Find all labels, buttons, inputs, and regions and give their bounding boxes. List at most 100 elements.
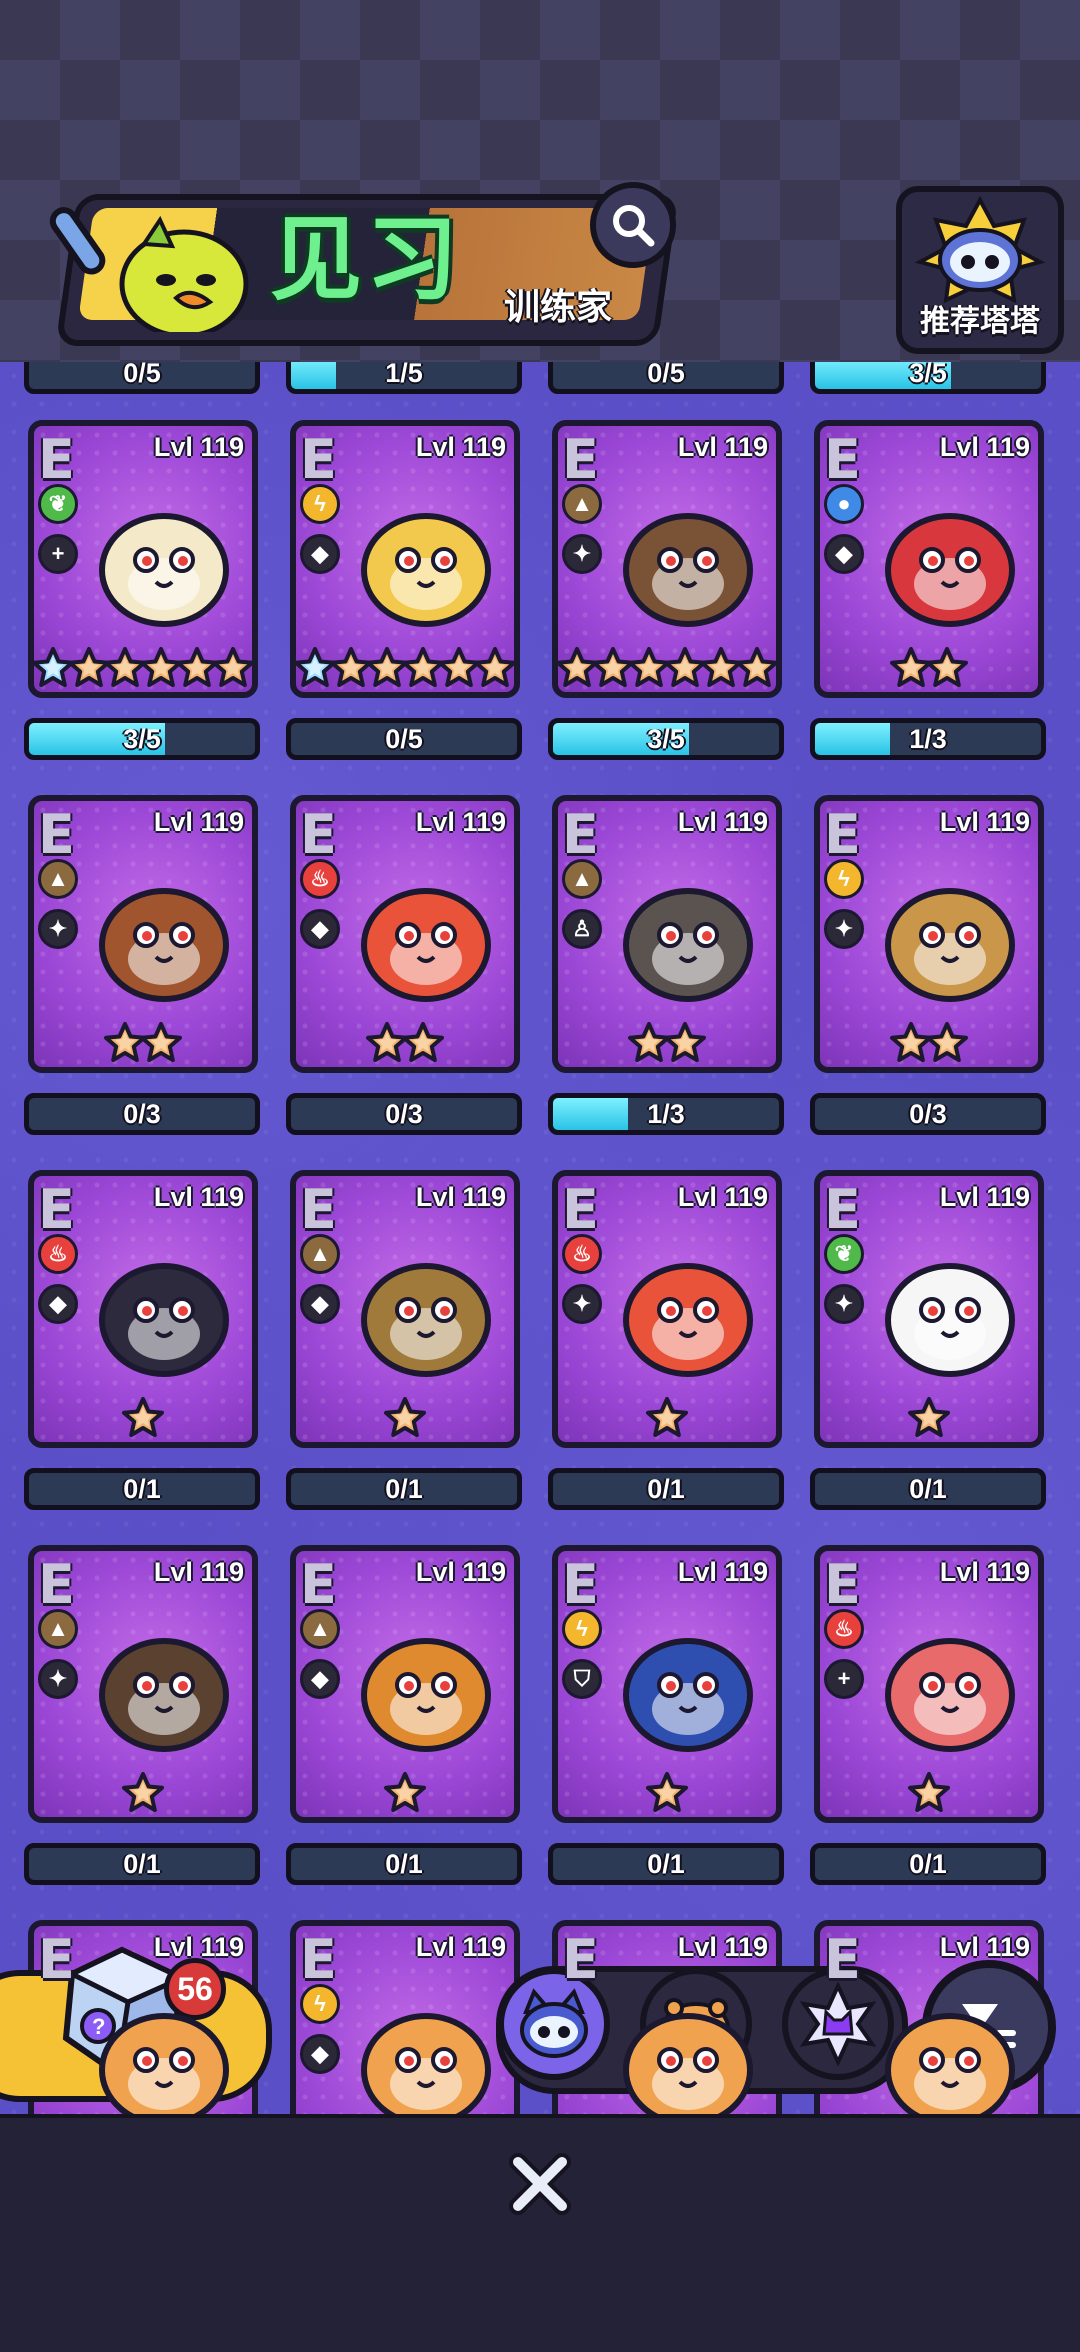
grade-label: E (38, 428, 75, 491)
creature-card[interactable]: E Lvl 119 ♨ ✦ (552, 1170, 782, 1448)
progress-text: 0/5 (123, 362, 161, 388)
mole-creature-icon (99, 1638, 229, 1752)
progress-text: 1/3 (909, 724, 947, 754)
star-icon (646, 1397, 688, 1437)
grade-label: E (38, 1928, 75, 1991)
star-rating (34, 1009, 252, 1065)
creature-card[interactable]: E Lvl 119 ϟ ◆ (290, 420, 520, 698)
progress-text: 0/3 (909, 1099, 947, 1129)
level-label: Lvl 119 (153, 432, 244, 462)
card-progress-bar: 0/1 (548, 1468, 784, 1510)
grade-label: E (562, 803, 599, 866)
progress-text: 0/1 (647, 1849, 685, 1879)
creature-card[interactable]: E Lvl 119 ▲ ✦ (28, 795, 258, 1073)
monkey-cage-creature-icon (885, 888, 1015, 1002)
card-progress-bar: 3/5 (24, 718, 260, 760)
star-icon (384, 1772, 426, 1812)
grade-label: E (562, 1928, 599, 1991)
melee-role-icon: ✦ (38, 909, 78, 949)
level-label: Lvl 119 (677, 807, 768, 837)
creature-card[interactable]: E Lvl 119 ▲ ✦ (28, 1545, 258, 1823)
creature-grid[interactable]: E Lvl 119 ❦ + 3/5 E Lvl 119 ϟ ◆ 0/5 E Lv… (0, 362, 1080, 2114)
grade-label: E (300, 803, 337, 866)
card-progress-bar: 0/1 (286, 1843, 522, 1885)
star-rating (296, 1009, 514, 1065)
level-label: Lvl 119 (153, 1557, 244, 1587)
progress-text: 0/3 (123, 1099, 161, 1129)
melee-role-icon: ✦ (824, 909, 864, 949)
creature-card[interactable]: E Lvl 119 ▲ ✦ (552, 420, 782, 698)
trainer-rank-banner[interactable]: 见习 训练家 (26, 186, 679, 346)
ranged-role-icon: ◆ (300, 534, 340, 574)
creature-card[interactable]: E Lvl 119 ● ◆ (814, 420, 1044, 698)
creature-card[interactable]: E Lvl 119 ❦ + (28, 420, 258, 698)
grade-label: E (300, 428, 337, 491)
card-progress-bar: 1/5 (286, 362, 522, 394)
star-icon (926, 1022, 968, 1062)
grade-label: E (38, 1553, 75, 1616)
lightning-element-icon: ϟ (824, 859, 864, 899)
creature-card[interactable]: E Lvl 119 ❦ ✦ (814, 1170, 1044, 1448)
grade-label: E (824, 803, 861, 866)
progress-text: 0/1 (909, 1474, 947, 1504)
trainer-rank-title: 见习 (270, 209, 463, 311)
recommend-label: 推荐塔塔 (920, 305, 1040, 338)
star-icon (664, 1022, 706, 1062)
star-rating (558, 1759, 776, 1815)
card-progress-bar: 0/3 (24, 1093, 260, 1135)
level-label: Lvl 119 (415, 807, 506, 837)
star-icon (402, 1022, 444, 1062)
creature-card[interactable]: E Lvl 119 ϟ ✦ (814, 795, 1044, 1073)
creature-card[interactable]: E Lvl 119 ▲ ◆ (290, 1170, 520, 1448)
grade-label: E (562, 1553, 599, 1616)
progress-text: 3/5 (909, 362, 947, 388)
lightning-element-icon: ϟ (300, 484, 340, 524)
leaf-element-icon: ❦ (38, 484, 78, 524)
hidden-creature-icon (99, 2013, 229, 2114)
shiba-creature-icon (99, 1263, 229, 1377)
level-label: Lvl 119 (939, 1557, 1030, 1587)
recommend-button[interactable]: 推荐塔塔 (896, 186, 1064, 354)
ranged-role-icon: ◆ (300, 1659, 340, 1699)
grade-label: E (38, 1178, 75, 1241)
creature-card[interactable]: E Lvl 119 ϟ ⛉ (552, 1545, 782, 1823)
boar-creature-icon (623, 513, 753, 627)
card-progress-bar: 0/1 (810, 1468, 1046, 1510)
creature-card[interactable]: E Lvl 119 ♨ ◆ (290, 795, 520, 1073)
creature-card[interactable]: E Lvl 119 ▲ ◆ (290, 1545, 520, 1823)
card-progress-bar: 0/1 (810, 1843, 1046, 1885)
fire-element-icon: ♨ (562, 1234, 602, 1274)
progress-text: 0/1 (123, 1474, 161, 1504)
close-button[interactable] (506, 2150, 574, 2218)
creature-card[interactable]: E Lvl 119 ϟ ◆ (290, 1920, 520, 2114)
star-rating (820, 1009, 1038, 1065)
star-rating (296, 1384, 514, 1440)
star-icon (736, 647, 776, 687)
grade-label: E (300, 1553, 337, 1616)
creature-card[interactable]: E Lvl 119 ♨ ◆ (28, 1170, 258, 1448)
card-progress-bar: 3/5 (548, 718, 784, 760)
level-label: Lvl 119 (415, 1932, 506, 1962)
cat-robot-tab-icon (520, 1988, 588, 2058)
progress-text: 0/3 (385, 1099, 423, 1129)
progress-text: 3/5 (123, 724, 161, 754)
card-progress-bar: 0/3 (286, 1093, 522, 1135)
star-icon (908, 1397, 950, 1437)
creature-card[interactable]: E Lvl 119 ▲ ♙ (552, 795, 782, 1073)
earth-element-icon: ▲ (562, 484, 602, 524)
level-label: Lvl 119 (939, 1182, 1030, 1212)
kangaroo-creature-icon (361, 1638, 491, 1752)
crab-creature-icon (885, 513, 1015, 627)
level-label: Lvl 119 (677, 1557, 768, 1587)
level-label: Lvl 119 (153, 1932, 244, 1962)
red-fox-creature-icon (623, 1263, 753, 1377)
creature-card[interactable]: E Lvl 119 ♨ + (814, 1545, 1044, 1823)
progress-text: 0/1 (909, 1849, 947, 1879)
level-label: Lvl 119 (153, 1182, 244, 1212)
shield-role-icon: ⛉ (562, 1659, 602, 1699)
card-progress-bar: 0/1 (24, 1843, 260, 1885)
card-progress-bar: 1/3 (548, 1093, 784, 1135)
heal-role-icon: + (38, 534, 78, 574)
search-button[interactable] (590, 182, 676, 268)
star-rating (296, 634, 514, 690)
